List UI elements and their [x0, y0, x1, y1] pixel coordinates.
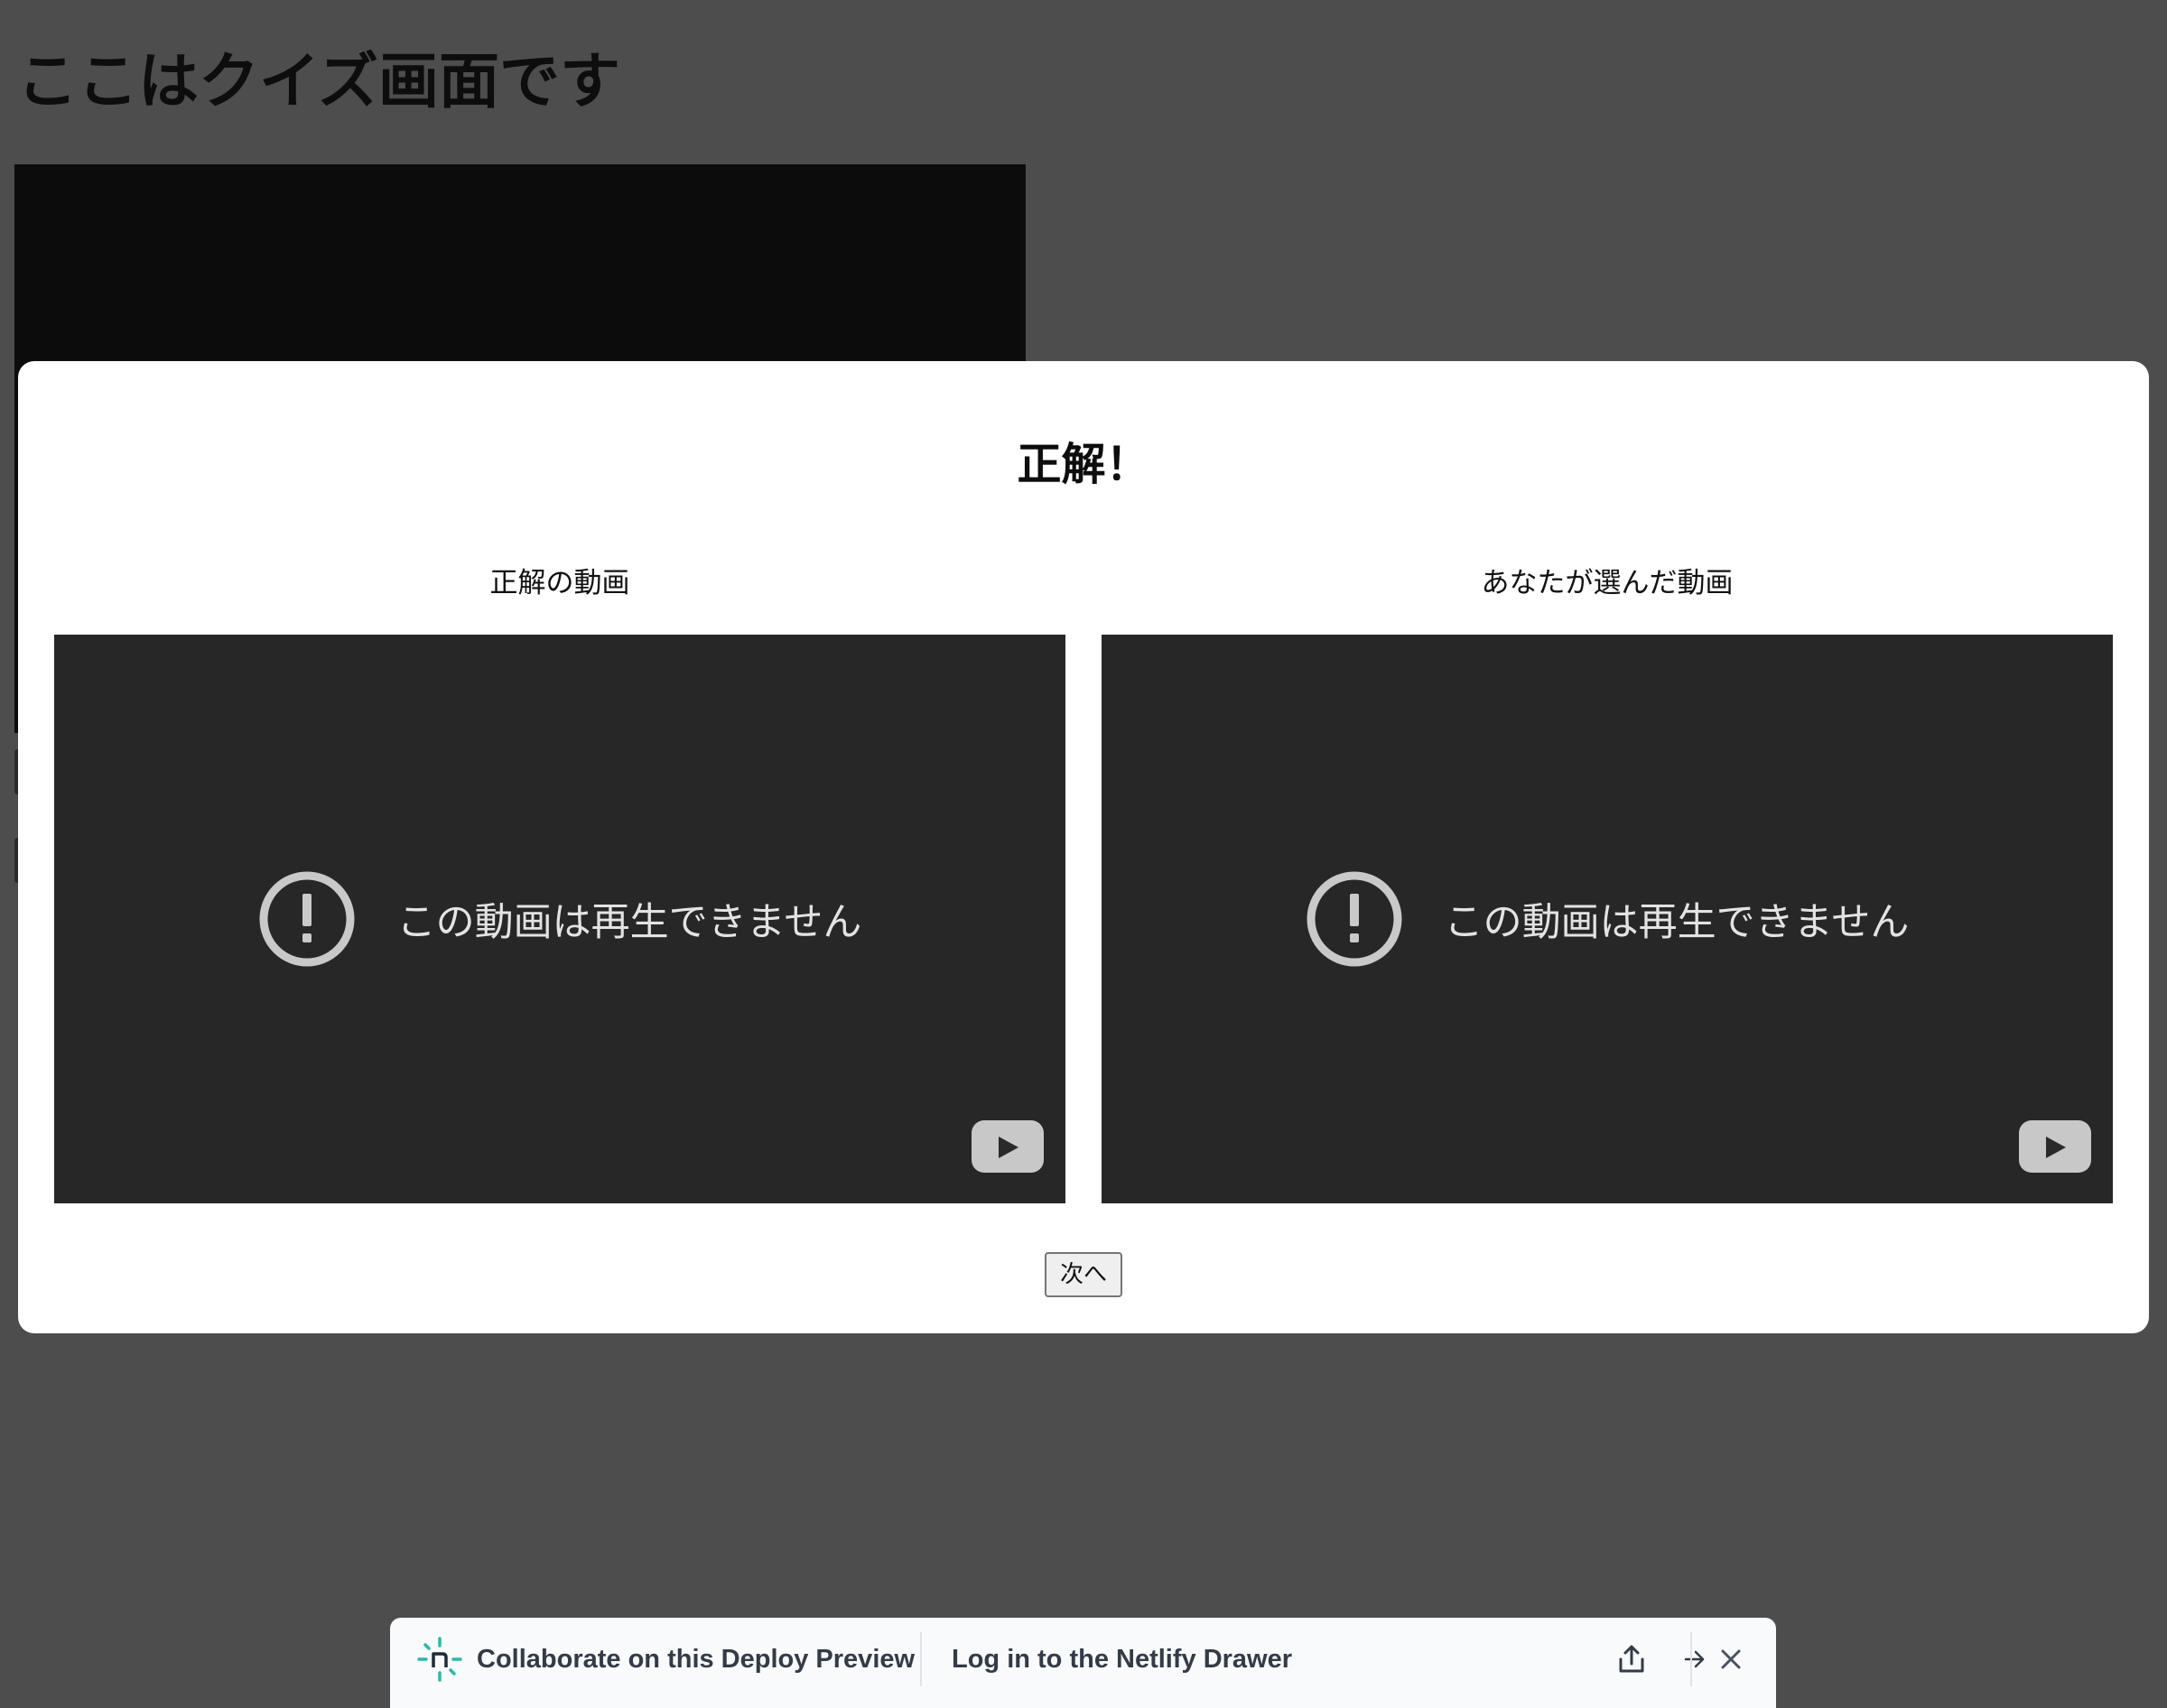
youtube-play-icon[interactable] — [2019, 1120, 2091, 1173]
selected-video-player[interactable]: この動画は再生できません — [1102, 635, 2113, 1203]
netlify-login-link[interactable]: Log in to the Netlify Drawer — [952, 1630, 1292, 1688]
arrow-right-icon[interactable] — [1683, 1648, 1707, 1671]
correct-video-player[interactable]: この動画は再生できません — [54, 635, 1065, 1203]
correct-video-label: 正解の動画 — [489, 567, 630, 599]
video-error-message: この動画は再生できません — [54, 869, 1065, 969]
divider — [1690, 1632, 1692, 1686]
divider — [920, 1632, 922, 1686]
page-title: ここはクイズ画面です — [17, 46, 620, 116]
collaborate-text: Collaborate on this Deploy Preview — [477, 1645, 916, 1674]
video-error-message: この動画は再生できません — [1102, 869, 2113, 969]
netlify-logo-icon — [417, 1637, 462, 1682]
share-icon[interactable] — [1614, 1641, 1650, 1677]
youtube-play-icon[interactable] — [972, 1120, 1044, 1173]
exclamation-circle-icon — [259, 871, 355, 967]
selected-video-label: あなたが選んだ動画 — [1481, 567, 1734, 599]
next-button[interactable]: 次へ — [1045, 1252, 1122, 1297]
close-icon[interactable] — [1713, 1641, 1749, 1677]
video-error-text: この動画は再生できません — [396, 900, 862, 945]
exclamation-circle-icon — [1307, 871, 1402, 967]
result-modal: 正解！ 正解の動画 あなたが選んだ動画 この動画は再生できません この動画は再生… — [18, 361, 2149, 1333]
result-title: 正解！ — [1017, 439, 1150, 490]
video-error-text: この動画は再生できません — [1444, 900, 1910, 945]
netlify-drawer-bar: Collaborate on this Deploy Preview Log i… — [390, 1618, 1776, 1708]
